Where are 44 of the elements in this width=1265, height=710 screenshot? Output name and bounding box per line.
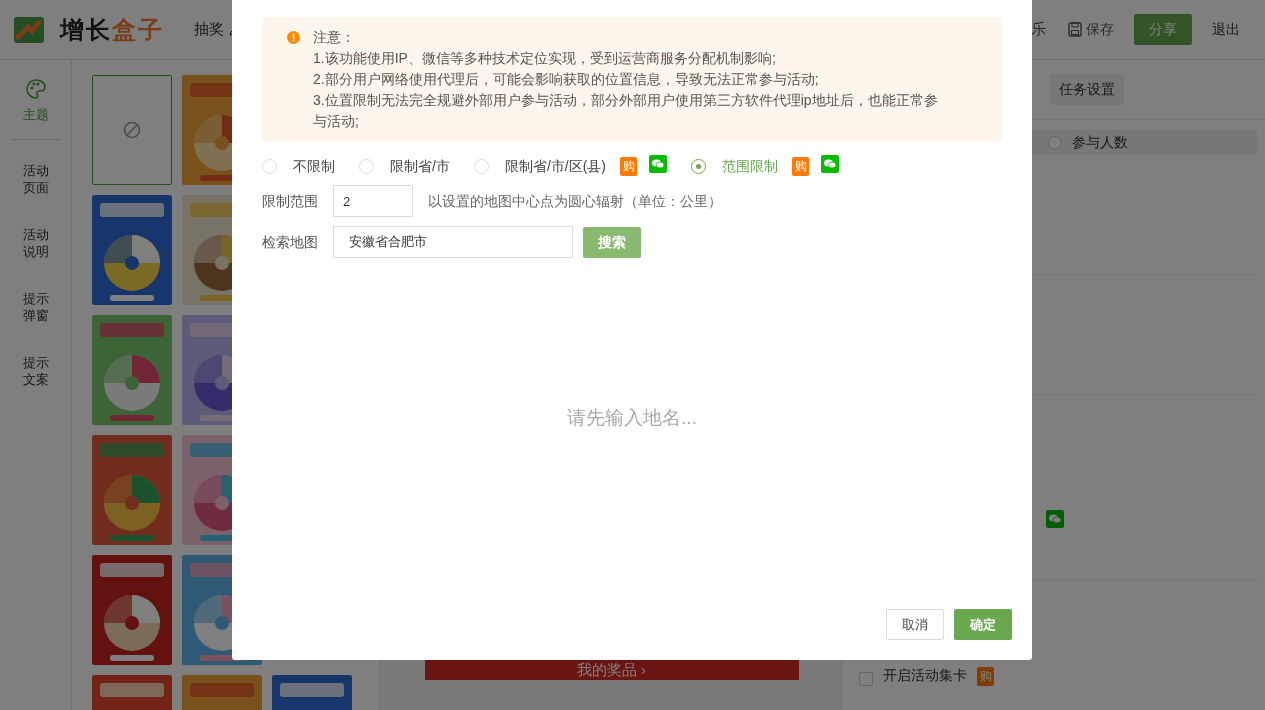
checkbox-label: 开启活动集卡 <box>883 666 967 685</box>
notice-text: 3.位置限制无法完全规避外部用户参与活动，部分外部用户使用第三方软件代理ip地址后，也能正常参与活动; <box>313 91 939 131</box>
no-theme-icon <box>123 121 141 139</box>
radio-label[interactable]: 限制省/市 <box>390 155 450 177</box>
palette-icon <box>24 78 47 100</box>
confirm-button[interactable]: 确定 <box>954 609 1012 640</box>
share-button[interactable]: 分享 <box>1134 14 1192 45</box>
wechat-icon <box>1046 510 1064 528</box>
radio-label[interactable]: 限制省/市/区(县) <box>504 155 606 177</box>
nav-item[interactable]: 抽奖 <box>194 18 224 41</box>
checkbox[interactable] <box>859 672 873 686</box>
notice-text: 注意： <box>313 28 356 47</box>
notice-text: 2.部分用户网络使用代理后，可能会影响获取的位置信息，导致无法正常参与活动; <box>313 70 820 89</box>
radio-label[interactable]: 范围限制 <box>722 155 778 177</box>
nav-item[interactable]: 乐 <box>1031 18 1046 41</box>
purchase-badge: 购 <box>977 667 994 686</box>
logo-text: 增长盒子 <box>60 14 164 45</box>
range-input[interactable]: 2 <box>333 185 413 217</box>
map-search-input[interactable]: 安徽省合肥市 <box>333 226 573 258</box>
radio-button[interactable] <box>1048 135 1062 150</box>
range-hint: 以设置的地图中心点为圆心辐射（单位：公里） <box>428 191 722 211</box>
logo-icon <box>14 16 44 43</box>
save-link[interactable]: 保存 <box>1086 19 1114 40</box>
sidebar-item[interactable]: 主题 <box>22 106 49 123</box>
sidebar-item[interactable]: 活动说明 <box>22 226 49 260</box>
map-empty-message: 请先输入地名... <box>567 406 697 431</box>
sidebar-item[interactable]: 提示弹窗 <box>22 290 49 324</box>
search-button[interactable]: 搜索 <box>583 226 641 258</box>
field-label: 检索地图 <box>262 232 319 252</box>
task-settings-tab[interactable]: 任务设置 <box>1050 74 1124 105</box>
sidebar-item[interactable]: 提示文案 <box>22 354 49 388</box>
notice-text: 1.该功能使用IP、微信等多种技术定位实现，受到运营商服务分配机制影响; <box>313 49 777 68</box>
purchase-badge: 购 <box>620 156 637 176</box>
option-label: 参与人数 <box>1072 133 1128 152</box>
purchase-badge: 购 <box>792 156 809 176</box>
warning-icon <box>287 31 300 44</box>
my-prizes-button[interactable]: 我的奖品 › <box>424 660 799 680</box>
field-label: 限制范围 <box>262 191 319 211</box>
sidebar-item[interactable]: 活动页面 <box>22 162 49 196</box>
logout-link[interactable]: 退出 <box>1212 19 1240 40</box>
radio-label[interactable]: 不限制 <box>293 155 335 177</box>
save-icon <box>1068 22 1082 37</box>
cancel-button[interactable]: 取消 <box>886 609 944 640</box>
no-theme-card[interactable] <box>92 75 172 185</box>
